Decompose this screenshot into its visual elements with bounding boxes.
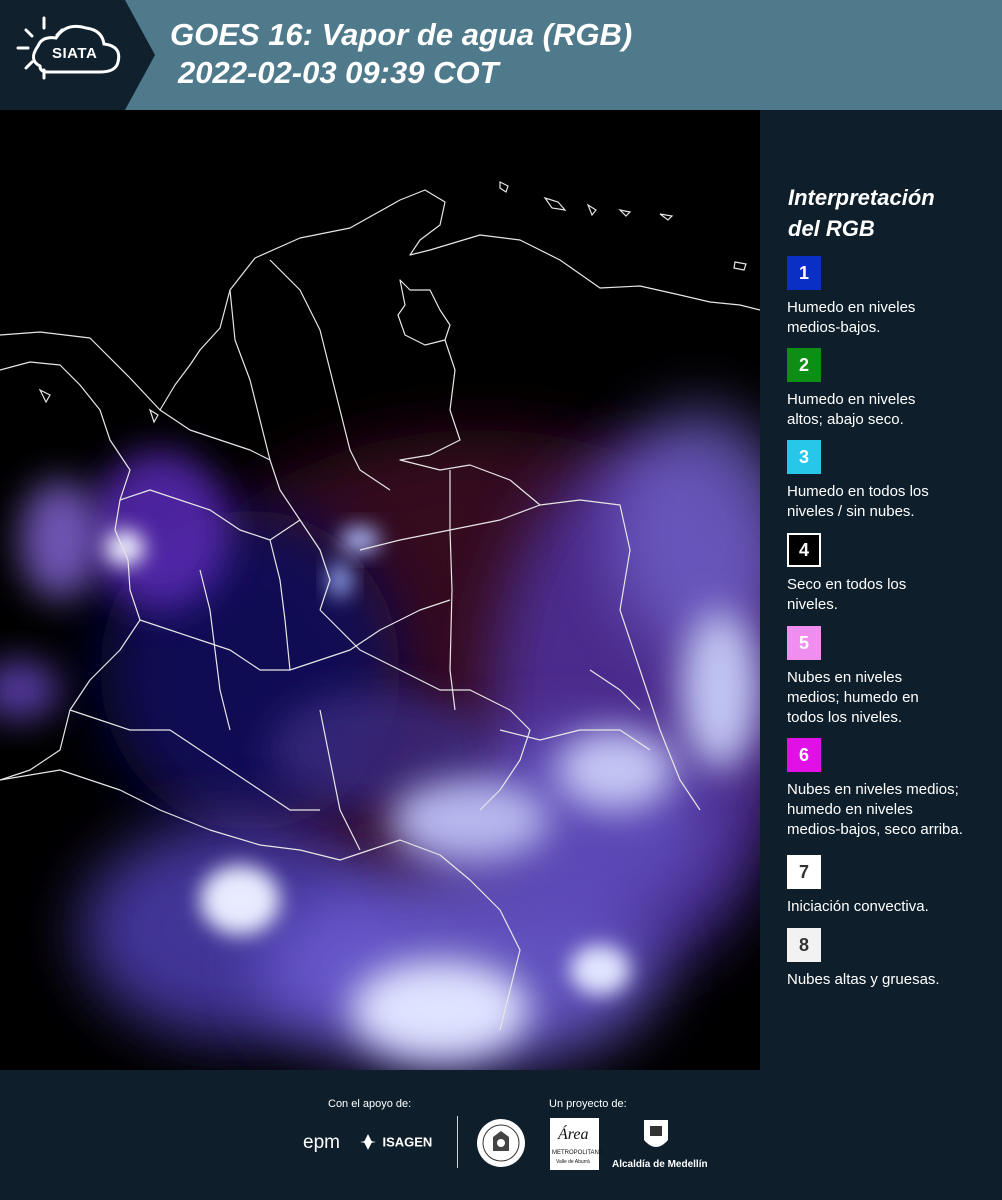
page-title: GOES 16: Vapor de agua (RGB) 2022-02-03 …: [170, 16, 632, 92]
legend-label-line: humedo en niveles: [787, 801, 913, 818]
legend-label-line: medios-bajos.: [787, 319, 881, 336]
map-canvas: [0, 110, 760, 1070]
epm-logo-text: epm: [303, 1132, 340, 1153]
legend-item-1: 1 Humedo en niveles medios-bajos.: [787, 256, 997, 338]
legend-title-line-2: del RGB: [788, 216, 875, 241]
rgb-legend: Interpretación del RGB 1 Humedo en nivele…: [760, 110, 1002, 1070]
legend-item-2: 2 Humedo en niveles altos; abajo seco.: [787, 348, 997, 430]
legend-swatch-2: 2: [787, 348, 821, 382]
legend-label-3: Humedo en todos los niveles / sin nubes.: [787, 482, 997, 522]
legend-swatch-7: 7: [787, 855, 821, 889]
legend-label-line: niveles.: [787, 596, 838, 613]
isagen-logo-text: ISAGEN: [382, 1134, 433, 1150]
area-logo-text: Área: [558, 1126, 589, 1143]
legend-label-line: altos; abajo seco.: [787, 411, 904, 428]
isagen-logo[interactable]: ISAGEN: [358, 1132, 432, 1152]
legend-label-line: todos los niveles.: [787, 709, 903, 726]
university-seal-icon[interactable]: [475, 1117, 527, 1169]
area-logo-subtext: METROPOLITANA: [552, 1150, 603, 1156]
legend-swatch-8: 8: [787, 928, 821, 962]
alcaldia-logo-text: Alcaldía de Medellín: [612, 1159, 708, 1170]
legend-label-line: Humedo en niveles: [787, 299, 916, 316]
legend-swatch-6: 6: [787, 738, 821, 772]
legend-swatch-4: 4: [787, 533, 821, 567]
footer: Con el apoyo de: Un proyecto de: epm ISA…: [0, 1070, 1002, 1200]
legend-label-line: medios; humedo en: [787, 689, 919, 706]
legend-item-3: 3 Humedo en todos los niveles / sin nubes.: [787, 440, 997, 522]
legend-item-4: 4 Seco en todos los niveles.: [787, 533, 997, 615]
legend-label-line: Iniciación convectiva.: [787, 898, 929, 915]
logo-text: SIATA: [52, 45, 98, 62]
legend-item-7: 7 Iniciación convectiva.: [787, 855, 997, 917]
legend-label-line: niveles / sin nubes.: [787, 503, 915, 520]
project-label: Un proyecto de:: [549, 1098, 627, 1110]
legend-label-line: Nubes en niveles medios;: [787, 781, 959, 798]
legend-label-line: medios-bajos, seco arriba.: [787, 821, 963, 838]
alcaldia-shield-icon[interactable]: [642, 1118, 670, 1154]
legend-label-line: Seco en todos los: [787, 576, 907, 593]
legend-label-8: Nubes altas y gruesas.: [787, 970, 997, 990]
area-metropolitana-logo[interactable]: Área METROPOLITANA Valle de Aburrá: [550, 1118, 603, 1170]
title-line-2: 2022-02-03 09:39 COT: [178, 55, 499, 90]
legend-label-7: Iniciación convectiva.: [787, 897, 997, 917]
satellite-map[interactable]: [0, 110, 760, 1070]
legend-label-line: Humedo en niveles: [787, 391, 916, 408]
legend-swatch-1: 1: [787, 256, 821, 290]
legend-label-2: Humedo en niveles altos; abajo seco.: [787, 390, 997, 430]
legend-label-5: Nubes en niveles medios; humedo en todos l…: [787, 668, 997, 728]
legend-label-line: Humedo en todos los: [787, 483, 929, 500]
legend-label-1: Humedo en niveles medios-bajos.: [787, 298, 997, 338]
legend-swatch-5: 5: [787, 626, 821, 660]
isagen-icon: [360, 1134, 376, 1150]
header: SIATA GOES 16: Vapor de agua (RGB) 2022-…: [0, 0, 1002, 110]
legend-label-line: Nubes altas y gruesas.: [787, 971, 940, 988]
legend-item-6: 6 Nubes en niveles medios; humedo en nivel…: [787, 738, 997, 840]
support-label: Con el apoyo de:: [328, 1098, 412, 1110]
legend-title: Interpretación del RGB: [788, 182, 935, 244]
siata-logo[interactable]: SIATA: [0, 0, 155, 110]
footer-divider: [457, 1116, 458, 1168]
legend-label-6: Nubes en niveles medios; humedo en nivele…: [787, 780, 997, 840]
legend-item-8: 8 Nubes altas y gruesas.: [787, 928, 997, 990]
legend-title-line-1: Interpretación: [788, 185, 935, 210]
area-logo-subtext-2: Valle de Aburrá: [556, 1159, 590, 1165]
epm-logo[interactable]: epm: [303, 1132, 340, 1154]
legend-item-5: 5 Nubes en niveles medios; humedo en todos …: [787, 626, 997, 728]
title-line-1: GOES 16: Vapor de agua (RGB): [170, 17, 633, 52]
legend-label-4: Seco en todos los niveles.: [787, 575, 997, 615]
legend-swatch-3: 3: [787, 440, 821, 474]
legend-label-line: Nubes en niveles: [787, 669, 903, 686]
